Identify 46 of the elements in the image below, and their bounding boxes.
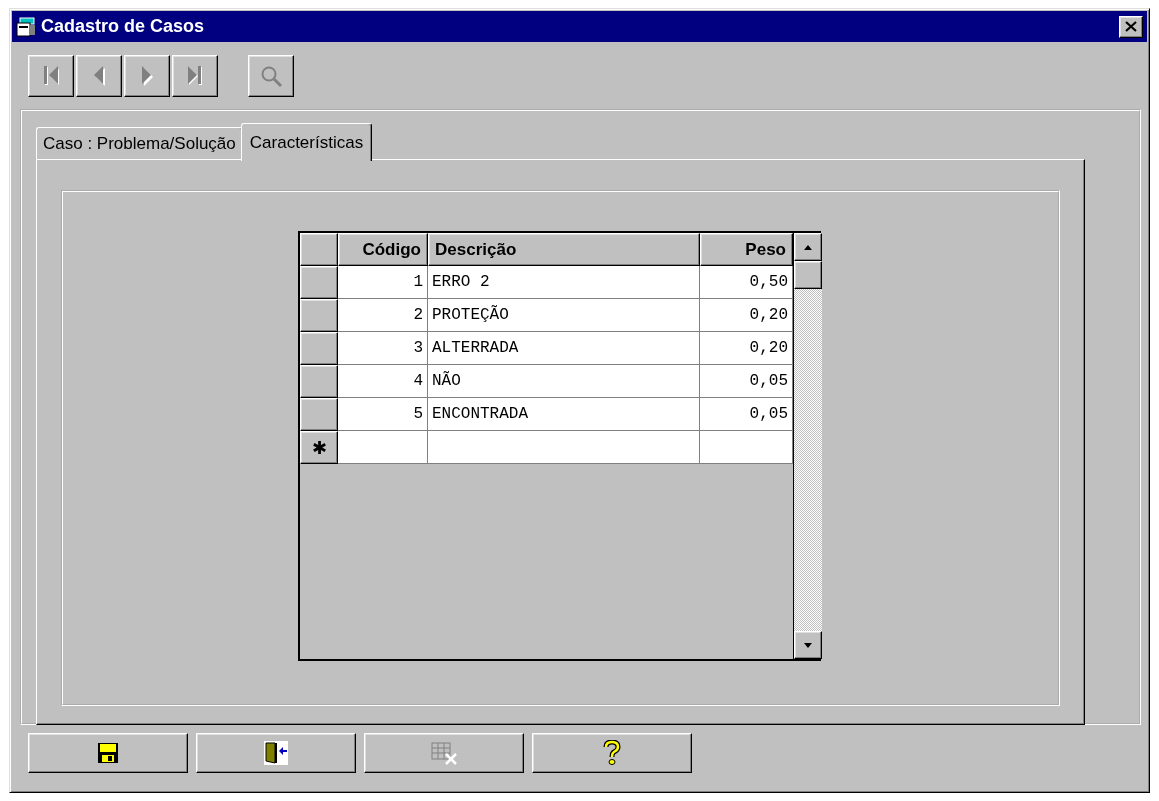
scroll-down-button[interactable] [794, 631, 822, 659]
row-selector[interactable] [300, 365, 338, 398]
row-selector[interactable] [300, 299, 338, 332]
table-cell: 0,20 [700, 332, 793, 365]
previous-record-icon [93, 65, 105, 87]
row-selector[interactable] [300, 266, 338, 299]
help-button[interactable] [532, 733, 692, 773]
table-cell: 2 [338, 299, 428, 332]
table-cell: 1 [338, 266, 428, 299]
scroll-up-button[interactable] [794, 233, 822, 261]
table-cell: 0,50 [700, 266, 793, 299]
help-icon [603, 740, 621, 766]
up-arrow-icon [804, 244, 812, 250]
column-header[interactable]: Código [338, 233, 428, 266]
table-cell: 0,20 [700, 299, 793, 332]
table-cell: NÃO [428, 365, 700, 398]
table-cell: 0,05 [700, 365, 793, 398]
window-title: Cadastro de Casos [41, 16, 206, 37]
down-arrow-icon [804, 642, 812, 648]
table-cell: 4 [338, 365, 428, 398]
app-icon [16, 16, 36, 37]
close-icon [1125, 21, 1137, 32]
next-record-icon [141, 65, 153, 87]
close-button[interactable] [1119, 15, 1143, 38]
search-icon [259, 64, 283, 88]
last-record-icon [187, 65, 203, 87]
first-record-icon [43, 65, 59, 87]
row-selector[interactable] [300, 332, 338, 365]
column-header[interactable]: Descrição [428, 233, 700, 266]
table-cell: 5 [338, 398, 428, 431]
table-cell: 0,05 [700, 398, 793, 431]
table-cell: PROTEÇÃO [428, 299, 700, 332]
scroll-thumb[interactable] [794, 261, 822, 289]
exit-button[interactable] [196, 733, 356, 773]
tab[interactable]: Características [240, 123, 373, 161]
tab[interactable]: Caso : Problema/Solução [36, 127, 243, 159]
delete-record-icon [430, 741, 458, 765]
table-cell: ALTERRADA [428, 332, 700, 365]
table-cell: ENCONTRADA [428, 398, 700, 431]
vertical-scrollbar[interactable] [793, 233, 822, 659]
new-row-selector[interactable]: ✱ [300, 431, 338, 464]
row-selector[interactable] [300, 398, 338, 431]
column-header[interactable]: Peso [700, 233, 793, 266]
save-button[interactable] [28, 733, 188, 773]
table-cell: ERRO 2 [428, 266, 700, 299]
table-cell: 3 [338, 332, 428, 365]
